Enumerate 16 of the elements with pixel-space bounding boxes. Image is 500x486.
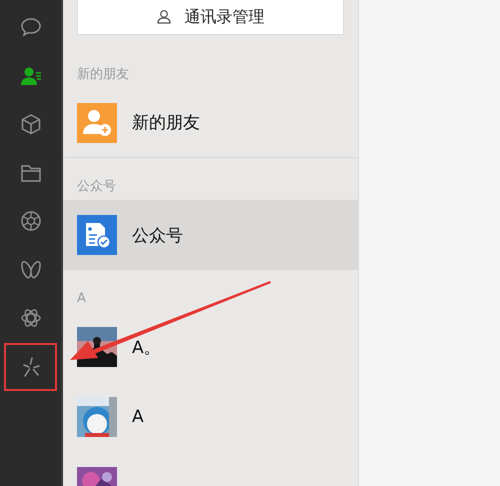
manage-contacts-button[interactable]: 通讯录管理 (77, 0, 344, 35)
contact-row[interactable]: A (63, 382, 358, 452)
section-header: A (76, 290, 87, 308)
section-header: 新的朋友 (76, 66, 130, 84)
contact-row[interactable]: 公众号 (63, 200, 358, 270)
chat-bubble-icon[interactable] (20, 16, 42, 38)
butterfly-icon[interactable] (20, 258, 42, 281)
cube-icon[interactable] (20, 113, 42, 136)
orbit-icon[interactable] (20, 307, 42, 330)
aperture-icon[interactable] (20, 210, 42, 232)
person-icon[interactable] (20, 64, 42, 87)
add-person-icon (77, 102, 117, 142)
profile-card-icon (77, 215, 117, 255)
person-icon (156, 9, 172, 25)
contact-row[interactable]: 新的朋友 (63, 88, 358, 158)
section-header: 公众号 (76, 178, 117, 196)
